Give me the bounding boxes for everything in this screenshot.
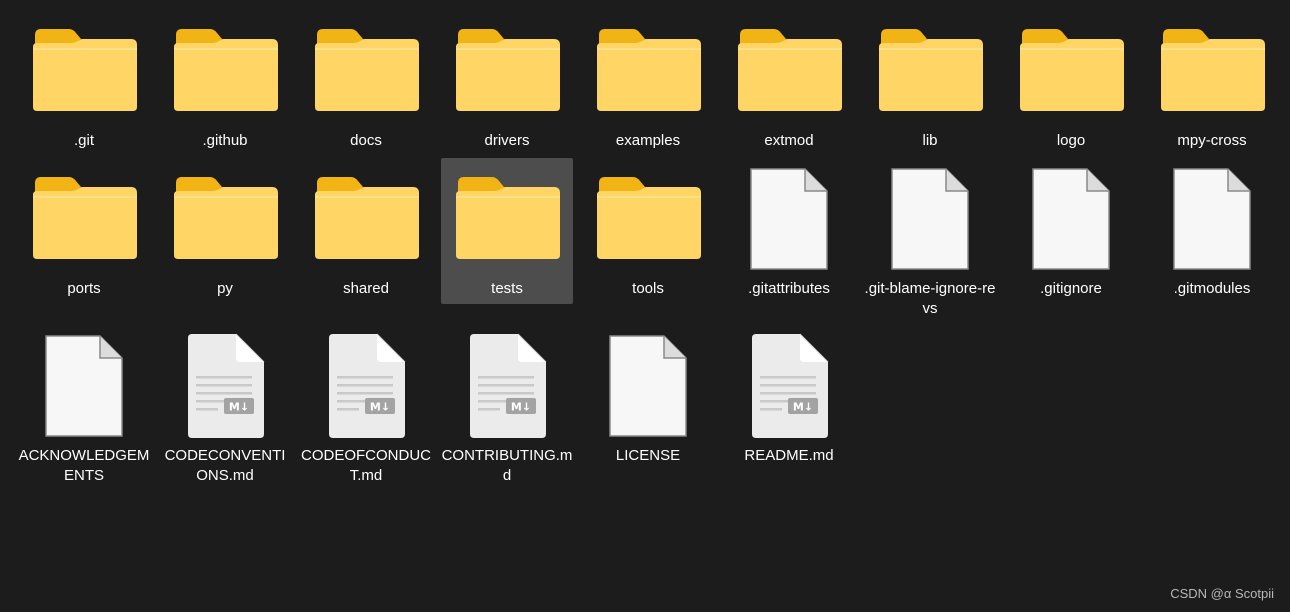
file-item[interactable]: M↓ CONTRIBUTING.md: [441, 326, 573, 484]
file-item[interactable]: M↓ README.md: [723, 326, 855, 472]
svg-text:M↓: M↓: [370, 401, 390, 414]
folder-icon: [300, 175, 432, 259]
item-name: drivers: [484, 132, 530, 149]
watermark: CSDN @α Scotpii: [1170, 586, 1274, 601]
file-icon: [582, 334, 714, 438]
folder-icon: [864, 27, 996, 111]
folder-item[interactable]: tests: [441, 158, 573, 304]
folder-icon: [159, 27, 291, 111]
item-name: LICENSE: [615, 447, 681, 464]
file-icon: [864, 167, 996, 271]
folder-item[interactable]: extmod: [723, 10, 855, 156]
markdown-file-icon: M↓: [723, 332, 855, 440]
folder-icon: [1005, 27, 1137, 111]
item-name: tests: [491, 280, 523, 297]
item-name: .gitignore: [1040, 280, 1102, 297]
item-name: logo: [1056, 132, 1086, 149]
item-name: .gitmodules: [1173, 280, 1251, 297]
item-name: .github: [202, 132, 248, 149]
folder-item[interactable]: lib: [864, 10, 996, 156]
item-name: ACKNOWLEDGEMENTS: [18, 447, 150, 484]
file-item[interactable]: .gitattributes: [723, 158, 855, 304]
item-name: README.md: [744, 447, 834, 464]
folder-icon: [723, 27, 855, 111]
folder-item[interactable]: shared: [300, 158, 432, 304]
svg-text:M↓: M↓: [229, 401, 249, 414]
markdown-file-icon: M↓: [441, 332, 573, 440]
folder-icon: [159, 175, 291, 259]
folder-item[interactable]: drivers: [441, 10, 573, 156]
markdown-file-icon: M↓: [300, 332, 432, 440]
file-icon: [18, 334, 150, 438]
item-name: docs: [350, 132, 382, 149]
folder-item[interactable]: .git: [18, 10, 150, 156]
file-item[interactable]: ACKNOWLEDGEMENTS: [18, 326, 150, 484]
file-item[interactable]: .git-blame-ignore-revs: [864, 158, 996, 317]
markdown-file-icon: M↓: [159, 332, 291, 440]
item-name: .gitattributes: [748, 280, 830, 297]
item-name: .git: [73, 132, 94, 149]
file-icon: [723, 167, 855, 271]
folder-item[interactable]: logo: [1005, 10, 1137, 156]
item-name: extmod: [764, 132, 814, 149]
file-item[interactable]: .gitignore: [1005, 158, 1137, 304]
folder-item[interactable]: examples: [582, 10, 714, 156]
folder-item[interactable]: mpy-cross: [1146, 10, 1278, 156]
folder-item[interactable]: .github: [159, 10, 291, 156]
folder-item[interactable]: tools: [582, 158, 714, 304]
folder-item[interactable]: ports: [18, 158, 150, 304]
file-item[interactable]: LICENSE: [582, 326, 714, 472]
folder-icon: [300, 27, 432, 111]
folder-icon: [1146, 27, 1278, 111]
folder-icon: [441, 27, 573, 111]
file-grid: .git .github docs drivers examples extmo…: [0, 0, 1290, 612]
folder-icon: [18, 175, 150, 259]
item-name: mpy-cross: [1177, 132, 1247, 149]
folder-icon: [582, 175, 714, 259]
item-name: py: [217, 280, 233, 297]
item-name: examples: [615, 132, 681, 149]
folder-icon: [582, 27, 714, 111]
folder-item[interactable]: py: [159, 158, 291, 304]
folder-icon: [441, 175, 573, 259]
svg-text:M↓: M↓: [793, 401, 813, 414]
item-name: CODECONVENTIONS.md: [164, 447, 286, 484]
item-name: .git-blame-ignore-revs: [864, 280, 996, 317]
folder-icon: [18, 27, 150, 111]
file-item[interactable]: .gitmodules: [1146, 158, 1278, 304]
file-icon: [1005, 167, 1137, 271]
item-name: CONTRIBUTING.md: [441, 447, 573, 484]
file-item[interactable]: M↓ CODEOFCONDUCT.md: [300, 326, 432, 484]
folder-item[interactable]: docs: [300, 10, 432, 156]
item-name: tools: [632, 280, 664, 297]
file-item[interactable]: M↓ CODECONVENTIONS.md: [159, 326, 291, 484]
item-name: shared: [343, 280, 389, 297]
svg-text:M↓: M↓: [511, 401, 531, 414]
item-name: lib: [922, 132, 938, 149]
item-name: ports: [67, 280, 101, 297]
item-name: CODEOFCONDUCT.md: [301, 447, 431, 484]
file-icon: [1146, 167, 1278, 271]
